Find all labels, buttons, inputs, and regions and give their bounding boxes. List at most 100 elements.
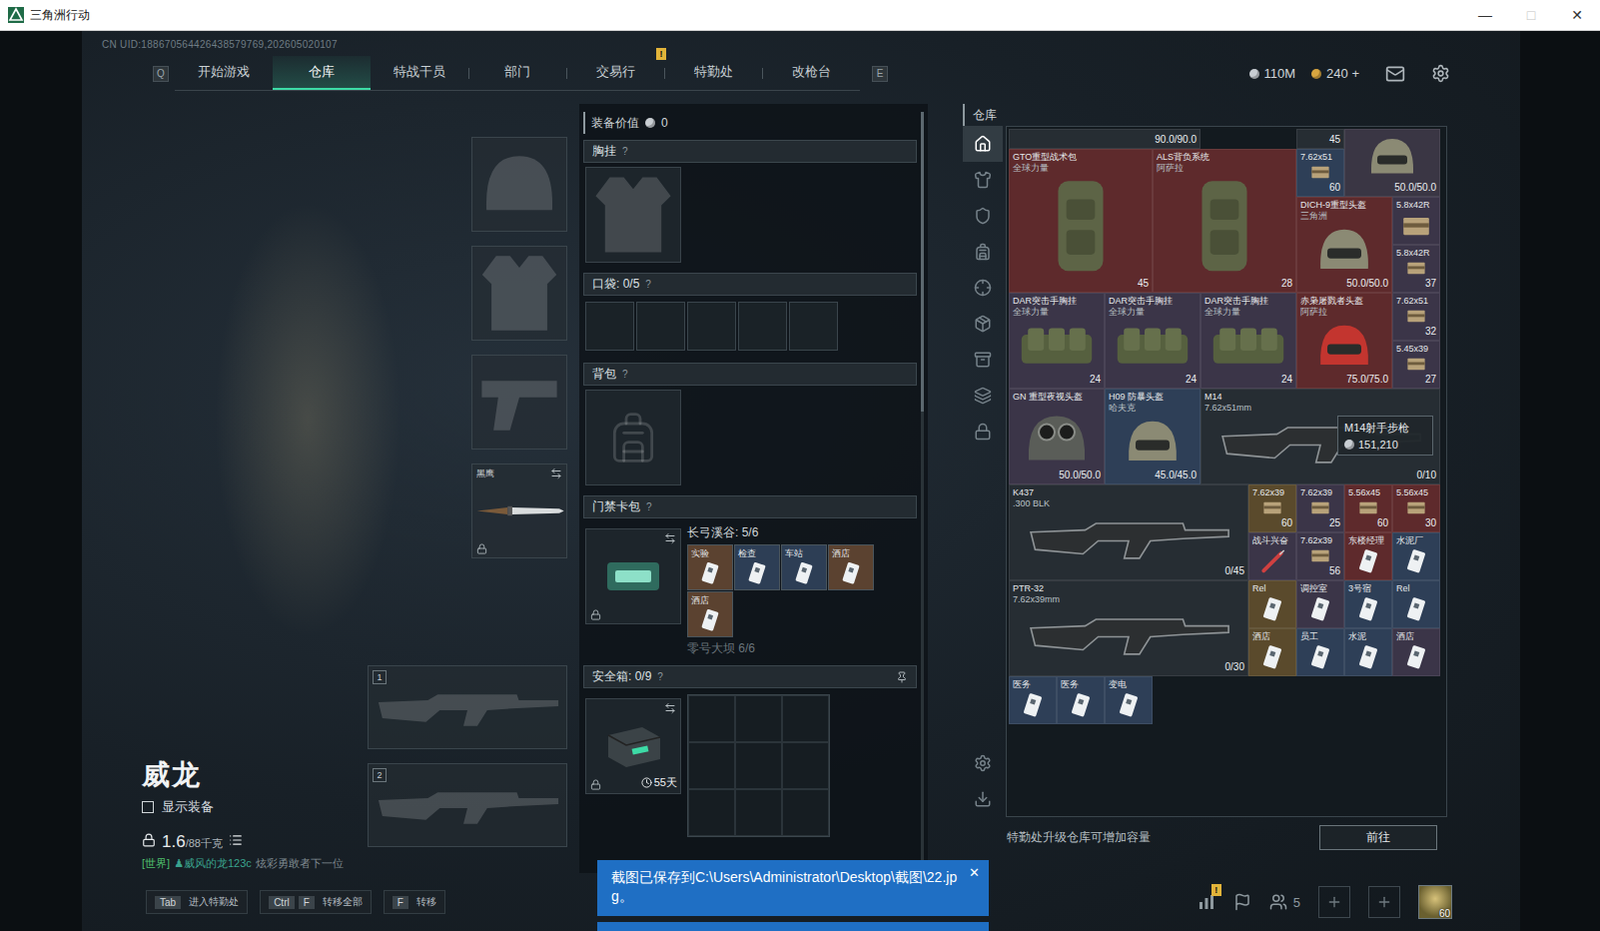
settings-button[interactable] xyxy=(1431,63,1451,83)
pocket-slot[interactable] xyxy=(585,301,635,351)
inventory-item[interactable]: 东楼经理 xyxy=(1344,532,1393,581)
player-avatar[interactable]: 60 xyxy=(1418,884,1453,919)
inventory-item[interactable]: Rel xyxy=(1392,580,1441,629)
inventory-item[interactable]: DAR突击手胸挂全球力量24 xyxy=(1104,292,1201,389)
show-equipment-toggle[interactable]: 显示装备 xyxy=(141,798,368,816)
flag-button[interactable] xyxy=(1233,892,1252,911)
inventory-item[interactable]: Rel xyxy=(1248,580,1297,629)
sidebar-tool[interactable] xyxy=(962,781,1003,817)
pocket-slot[interactable] xyxy=(636,301,686,351)
nav-tab[interactable]: 开始游戏 xyxy=(174,55,273,90)
inventory-item[interactable]: 7.62x5132 xyxy=(1392,292,1441,341)
keycard[interactable]: 检查 xyxy=(734,544,781,591)
inventory-item[interactable]: 5.8x42R xyxy=(1392,196,1441,245)
safebox-cell[interactable] xyxy=(782,742,829,790)
sidebar-tab[interactable] xyxy=(962,377,1003,414)
toast-close-button[interactable]: ✕ xyxy=(968,863,980,882)
scrollbar[interactable] xyxy=(920,111,924,865)
safebox-cell[interactable] xyxy=(735,695,783,743)
helmet-slot[interactable] xyxy=(471,136,568,232)
inventory-item[interactable]: 酒店 xyxy=(1248,628,1297,677)
keycard-group-title[interactable]: 零号大坝 6/6 xyxy=(687,640,874,658)
inventory-item[interactable]: 5.8x42R37 xyxy=(1392,244,1441,293)
inventory-item[interactable]: 5.45x3927 xyxy=(1392,340,1441,389)
chest-rig-slot[interactable] xyxy=(585,166,682,263)
safebox-cell[interactable] xyxy=(735,742,783,790)
weapon-slot[interactable]: 2 xyxy=(367,763,568,847)
keycard[interactable]: 酒店 xyxy=(827,544,874,591)
nav-tab[interactable]: 部门 xyxy=(468,55,567,90)
inventory-item[interactable]: GN 重型夜视头盔50.0/50.0 xyxy=(1008,388,1105,485)
inventory-item[interactable]: 5.56x4560 xyxy=(1344,484,1393,533)
safebox-cell[interactable] xyxy=(688,742,736,790)
sidebar-tab[interactable] xyxy=(962,197,1003,234)
window-control-button[interactable]: — xyxy=(1462,0,1509,30)
inventory-item[interactable]: 酒店 xyxy=(1392,628,1441,677)
key-hint[interactable]: CtrlF转移全部 xyxy=(259,889,372,914)
pocket-slot[interactable] xyxy=(789,301,838,351)
inventory-item[interactable]: 7.62x5160 xyxy=(1296,148,1345,197)
pistol-slot[interactable] xyxy=(471,354,568,450)
inventory-item[interactable]: 7.62x3960 xyxy=(1248,484,1297,533)
inventory-item[interactable]: 医务 xyxy=(1056,676,1105,725)
inventory-item[interactable]: M147.62x51mm0/10M14射手步枪151,210 xyxy=(1200,388,1441,485)
backpack-slot[interactable] xyxy=(585,389,682,486)
prev-tab-key[interactable]: Q xyxy=(152,65,169,82)
inventory-item[interactable]: 医务 xyxy=(1008,676,1057,725)
inventory-item[interactable]: 50.0/50.0 xyxy=(1344,128,1441,197)
invite-slot[interactable] xyxy=(1318,885,1351,918)
window-control-button[interactable]: ✕ xyxy=(1554,0,1600,30)
currency[interactable]: 240 + xyxy=(1311,65,1360,81)
pocket-slot[interactable] xyxy=(687,301,737,351)
pin-button[interactable] xyxy=(895,671,908,684)
inventory-item[interactable]: 调控室 xyxy=(1296,580,1345,629)
sidebar-tool[interactable] xyxy=(962,745,1003,782)
inventory-item[interactable]: 90.0/90.0 xyxy=(1008,128,1201,149)
safebox-cell[interactable] xyxy=(735,789,783,836)
inventory-item[interactable]: 员工 xyxy=(1296,628,1345,677)
inventory-item[interactable]: 变电 xyxy=(1104,676,1153,725)
nav-tab[interactable]: 仓库 xyxy=(272,55,371,90)
nav-tab[interactable]: 特战干员 xyxy=(370,55,469,90)
inventory-item[interactable]: PTR-327.62x39mm0/30 xyxy=(1008,580,1249,677)
inventory-item[interactable]: DAR突击手胸挂全球力量24 xyxy=(1200,292,1297,389)
inventory-item[interactable]: 水泥 xyxy=(1344,628,1393,677)
keycard-case[interactable] xyxy=(585,528,682,625)
inventory-item[interactable]: 水泥厂 xyxy=(1392,532,1441,581)
inventory-item[interactable]: 5.56x4530 xyxy=(1392,484,1441,533)
inventory-item[interactable]: H09 防暴头盔哈夫克45.0/45.0 xyxy=(1104,388,1201,485)
swap-button[interactable] xyxy=(664,702,677,715)
next-tab-key[interactable]: E xyxy=(871,65,888,82)
currency[interactable]: 110M xyxy=(1249,65,1297,81)
sidebar-tab[interactable] xyxy=(962,233,1003,270)
safebox-cell[interactable] xyxy=(782,695,829,743)
help-mark[interactable]: ? xyxy=(657,671,664,683)
nav-tab[interactable]: 改枪台 xyxy=(762,55,860,90)
armor-slot[interactable] xyxy=(471,245,568,341)
inventory-item[interactable]: 7.62x3956 xyxy=(1296,532,1345,581)
list-icon[interactable] xyxy=(228,832,243,847)
scroll-thumb[interactable] xyxy=(920,111,924,412)
swap-button[interactable] xyxy=(550,467,563,480)
invite-slot[interactable] xyxy=(1368,885,1401,918)
help-mark[interactable]: ? xyxy=(646,501,653,513)
inventory-item[interactable]: 战斗兴奋 xyxy=(1248,532,1297,581)
inventory-item[interactable]: 7.62x3925 xyxy=(1296,484,1345,533)
safebox-cell[interactable] xyxy=(688,789,736,836)
sidebar-tab[interactable] xyxy=(962,125,1003,162)
nav-tab[interactable]: !特勤处 xyxy=(664,55,763,90)
key-hint[interactable]: F转移 xyxy=(383,889,446,914)
melee-slot[interactable]: 黑鹰 xyxy=(471,463,568,559)
sidebar-tab[interactable] xyxy=(962,161,1003,198)
inventory-item[interactable]: 赤枭屠戮者头盔阿萨拉75.0/75.0 xyxy=(1296,292,1393,389)
keycard-group-title[interactable]: 长弓溪谷: 5/6 xyxy=(687,524,874,542)
chat-line[interactable]: [世界]♟威风的龙123c炫彩勇敢者下一位 xyxy=(141,855,368,871)
keycard[interactable]: 实验 xyxy=(687,544,734,591)
key-hint[interactable]: Tab进入特勤处 xyxy=(145,889,248,914)
sidebar-tab[interactable] xyxy=(962,413,1003,450)
inventory-item[interactable]: 3号宿 xyxy=(1344,580,1393,629)
safebox-cell[interactable] xyxy=(688,695,736,743)
stats-button[interactable]: ! xyxy=(1197,892,1216,911)
nav-tab[interactable]: 交易行 xyxy=(566,55,665,90)
inventory-item[interactable]: GTO重型战术包全球力量45 xyxy=(1008,148,1153,293)
